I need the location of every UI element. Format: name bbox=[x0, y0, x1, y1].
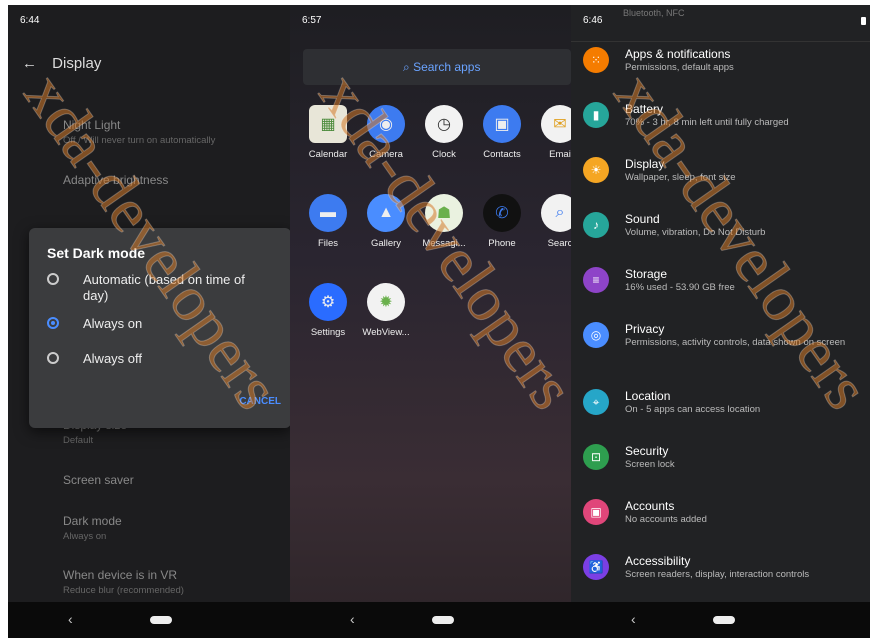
email-icon: ✉ bbox=[541, 105, 571, 143]
item-title: Apps & notifications bbox=[625, 47, 731, 61]
app-email[interactable]: ✉ Emai bbox=[530, 105, 571, 160]
contacts-icon: ▣ bbox=[483, 105, 521, 143]
radio-button-selected[interactable] bbox=[47, 317, 59, 329]
item-title: When device is in VR bbox=[63, 568, 178, 582]
search-placeholder: Search apps bbox=[413, 60, 481, 74]
nav-back-icon[interactable]: ‹ bbox=[350, 611, 355, 627]
nav-home-pill[interactable] bbox=[713, 616, 735, 624]
navigation-bar: ‹ bbox=[290, 602, 571, 638]
clock-icon: ◷ bbox=[425, 105, 463, 143]
item-title: Sound bbox=[625, 212, 660, 226]
item-title: Privacy bbox=[625, 322, 665, 336]
partial-item-subtitle: Bluetooth, NFC bbox=[623, 8, 685, 18]
item-subtitle: Screen lock bbox=[625, 459, 675, 470]
status-time: 6:44 bbox=[20, 15, 40, 26]
sound-icon: ♪ bbox=[583, 212, 609, 238]
item-subtitle: Screen readers, display, interaction con… bbox=[625, 569, 810, 580]
settings-item-screen-saver[interactable]: Screen saver bbox=[63, 473, 134, 487]
item-title: Storage bbox=[625, 267, 668, 281]
accounts-icon: ▣ bbox=[583, 499, 609, 525]
privacy-icon: ◎ bbox=[583, 322, 609, 348]
item-title: Accounts bbox=[625, 499, 675, 513]
location-icon: ⌖ bbox=[583, 389, 609, 415]
settings-item-vr[interactable]: When device is in VR Reduce blur (recomm… bbox=[63, 568, 184, 596]
item-title: Screen saver bbox=[63, 473, 134, 487]
nav-back-icon[interactable]: ‹ bbox=[68, 611, 73, 627]
android-icon: ✹ bbox=[367, 283, 405, 321]
item-title: Accessibility bbox=[625, 554, 691, 568]
item-subtitle: Reduce blur (recommended) bbox=[63, 585, 184, 596]
item-subtitle: No accounts added bbox=[625, 514, 707, 525]
nav-home-pill[interactable] bbox=[150, 616, 172, 624]
lock-icon: ⊡ bbox=[583, 444, 609, 470]
search-apps-label: ⌕ Search apps bbox=[403, 60, 480, 75]
radio-button[interactable] bbox=[47, 273, 59, 285]
item-subtitle: Default bbox=[63, 435, 94, 446]
navigation-bar: ‹ bbox=[8, 602, 290, 638]
nav-back-icon[interactable]: ‹ bbox=[631, 611, 636, 627]
app-contacts[interactable]: ▣ Contacts bbox=[472, 105, 532, 160]
app-label: Settings bbox=[310, 327, 346, 338]
radio-button[interactable] bbox=[47, 352, 59, 364]
item-title: Dark mode bbox=[63, 514, 122, 528]
status-time: 6:57 bbox=[302, 15, 322, 26]
app-search[interactable]: ⌕ Searc bbox=[530, 194, 571, 249]
phone-icon: ✆ bbox=[483, 194, 521, 232]
app-label: Emai bbox=[549, 149, 571, 160]
status-time: 6:46 bbox=[583, 15, 603, 26]
app-label: Files bbox=[317, 238, 339, 249]
nav-home-pill[interactable] bbox=[432, 616, 454, 624]
divider bbox=[571, 41, 870, 42]
app-label: Searc bbox=[547, 238, 571, 249]
storage-icon: ≡ bbox=[583, 267, 609, 293]
app-files[interactable]: ▬ Files bbox=[298, 194, 358, 249]
app-label: WebView... bbox=[362, 327, 410, 338]
item-subtitle: Always on bbox=[63, 531, 107, 542]
display-icon: ☀ bbox=[583, 157, 609, 183]
search-icon: ⌕ bbox=[541, 194, 571, 232]
search-icon: ⌕ bbox=[403, 60, 410, 74]
app-label: Contacts bbox=[483, 149, 521, 160]
item-title: Security bbox=[625, 444, 669, 458]
app-webview[interactable]: ✹ WebView... bbox=[356, 283, 416, 338]
accessibility-icon: ♿ bbox=[583, 554, 609, 580]
item-title: Location bbox=[625, 389, 671, 403]
folder-icon: ▬ bbox=[309, 194, 347, 232]
back-arrow-icon[interactable]: ← bbox=[22, 55, 48, 72]
battery-status-icon bbox=[861, 17, 866, 25]
settings-item-dark-mode[interactable]: Dark mode Always on bbox=[63, 514, 122, 542]
apps-icon: ⁙ bbox=[583, 47, 609, 73]
navigation-bar: ‹ bbox=[571, 602, 870, 638]
app-settings[interactable]: ⚙ Settings bbox=[298, 283, 358, 338]
gear-icon: ⚙ bbox=[309, 283, 347, 321]
